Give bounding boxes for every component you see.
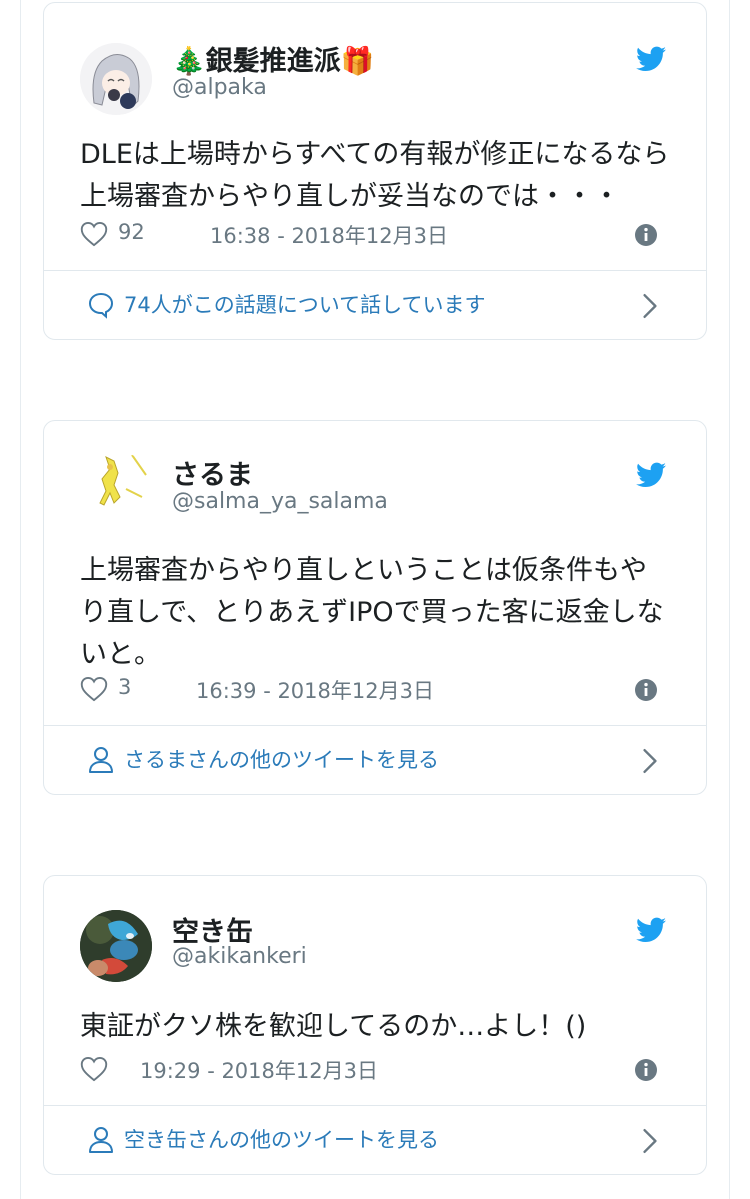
info-icon[interactable] bbox=[634, 1058, 658, 1082]
twitter-bird-icon[interactable] bbox=[636, 46, 666, 72]
tweet-header: さるま @salma_ya_salama bbox=[80, 421, 706, 523]
person-icon bbox=[89, 747, 113, 773]
timestamp[interactable]: 16:38 - 2018年12月3日 bbox=[210, 220, 448, 250]
tweet-meta: 3 16:39 - 2018年12月3日 bbox=[80, 672, 670, 708]
author-handle[interactable]: @salma_ya_salama bbox=[172, 489, 388, 514]
tweet-text: 東証がクソ株を歓迎してるのか…よし！() bbox=[80, 1011, 587, 1042]
tweet-header: 空き缶 @akikankeri bbox=[80, 876, 706, 982]
tweet-meta: 92 16:38 - 2018年12月3日 bbox=[80, 217, 670, 253]
like-count: 92 bbox=[118, 220, 145, 244]
chevron-right-icon[interactable] bbox=[642, 293, 658, 319]
chevron-right-icon[interactable] bbox=[642, 748, 658, 774]
twitter-bird-icon[interactable] bbox=[636, 917, 666, 943]
tweet-card[interactable]: 空き缶 @akikankeri 東証がクソ株を歓迎してるのか…よし！() 19:… bbox=[43, 875, 707, 1175]
tweet-card[interactable]: 🎄銀髪推進派🎁 @alpaka DLEは上場時からすべての有報が修正になるなら上… bbox=[43, 2, 707, 340]
card-footer[interactable]: 空き缶さんの他のツイートを見る bbox=[44, 1105, 706, 1174]
twitter-bird-icon[interactable] bbox=[636, 462, 666, 488]
info-icon[interactable] bbox=[634, 678, 658, 702]
author-name[interactable]: さるま bbox=[172, 453, 253, 492]
person-icon bbox=[89, 1127, 113, 1153]
timestamp[interactable]: 19:29 - 2018年12月3日 bbox=[140, 1055, 378, 1085]
info-icon[interactable] bbox=[634, 223, 658, 247]
heart-icon[interactable] bbox=[80, 1056, 108, 1082]
author-name[interactable]: 🎄銀髪推進派🎁 bbox=[172, 39, 374, 78]
card-footer[interactable]: さるまさんの他のツイートを見る bbox=[44, 725, 706, 794]
author-handle[interactable]: @alpaka bbox=[172, 75, 267, 100]
speech-bubble-icon bbox=[88, 292, 114, 319]
tweet-text: 上場審査からやり直しということは仮条件もやり直しで、とりあえずIPOで買った客に… bbox=[80, 555, 664, 670]
tweet-header: 🎄銀髪推進派🎁 @alpaka bbox=[80, 3, 706, 115]
conversation-link[interactable]: 74人がこの話題について話しています bbox=[124, 289, 485, 319]
author-handle[interactable]: @akikankeri bbox=[172, 944, 307, 969]
like-count: 3 bbox=[118, 675, 132, 699]
heart-icon[interactable] bbox=[80, 676, 108, 702]
tweet-text: DLEは上場時からすべての有報が修正になるなら上場審査からやり直しが妥当なのでは… bbox=[80, 139, 670, 212]
more-tweets-link[interactable]: さるまさんの他のツイートを見る bbox=[124, 744, 439, 774]
avatar[interactable] bbox=[80, 43, 152, 115]
tweet-card[interactable]: さるま @salma_ya_salama 上場審査からやり直しということは仮条件… bbox=[43, 420, 707, 795]
chevron-right-icon[interactable] bbox=[642, 1128, 658, 1154]
avatar[interactable] bbox=[80, 451, 152, 523]
card-footer[interactable]: 74人がこの話題について話しています bbox=[44, 270, 706, 339]
timestamp[interactable]: 16:39 - 2018年12月3日 bbox=[196, 675, 434, 705]
avatar[interactable] bbox=[80, 910, 152, 982]
tweet-meta: 19:29 - 2018年12月3日 bbox=[80, 1052, 670, 1088]
heart-icon[interactable] bbox=[80, 221, 108, 247]
more-tweets-link[interactable]: 空き缶さんの他のツイートを見る bbox=[124, 1124, 439, 1154]
